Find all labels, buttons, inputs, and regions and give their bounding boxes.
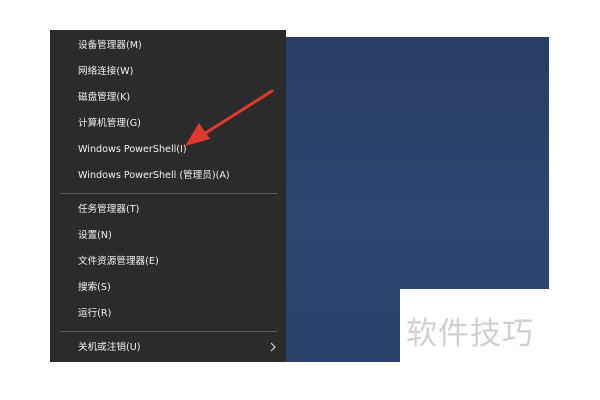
- menu-item-run[interactable]: 运行(R): [78, 304, 111, 324]
- menu-item-windows-powershell-admin[interactable]: Windows PowerShell (管理员)(A): [78, 166, 230, 186]
- menu-item-file-explorer[interactable]: 文件资源管理器(E): [78, 252, 159, 272]
- watermark-box: 软件技巧: [400, 289, 550, 362]
- menu-item-disk-management[interactable]: 磁盘管理(K): [78, 88, 130, 108]
- watermark-text: 软件技巧: [406, 316, 534, 352]
- menu-item-network-connections[interactable]: 网络连接(W): [78, 62, 133, 82]
- menu-separator: [60, 193, 277, 194]
- screenshot-stage: 设备管理器(M) 网络连接(W) 磁盘管理(K) 计算机管理(G) Window…: [0, 0, 600, 400]
- menu-item-search[interactable]: 搜索(S): [78, 278, 111, 298]
- menu-item-task-manager[interactable]: 任务管理器(T): [78, 200, 139, 220]
- menu-item-device-manager[interactable]: 设备管理器(M): [78, 36, 142, 56]
- winx-context-menu: 设备管理器(M) 网络连接(W) 磁盘管理(K) 计算机管理(G) Window…: [50, 30, 286, 362]
- menu-item-settings[interactable]: 设置(N): [78, 226, 112, 246]
- menu-item-computer-management[interactable]: 计算机管理(G): [78, 114, 141, 134]
- menu-item-windows-powershell[interactable]: Windows PowerShell(I): [78, 140, 187, 160]
- menu-item-shutdown-signout[interactable]: 关机或注销(U): [78, 338, 140, 358]
- menu-separator: [60, 331, 277, 332]
- chevron-right-icon[interactable]: [268, 339, 278, 355]
